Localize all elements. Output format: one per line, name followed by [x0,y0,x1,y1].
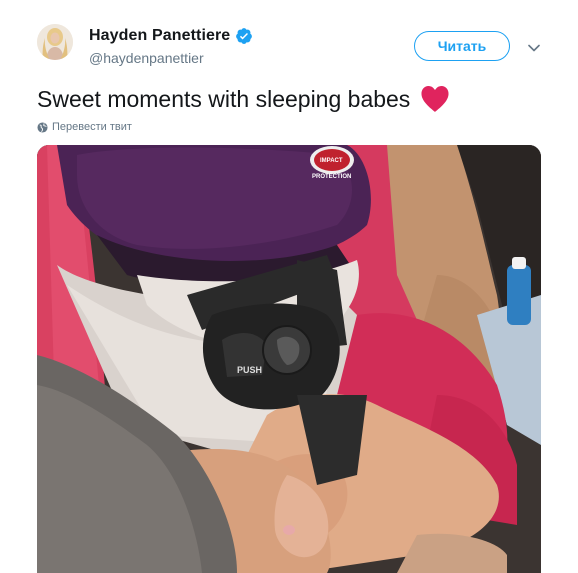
avatar[interactable] [37,24,73,60]
verified-badge-icon [235,27,253,45]
tweet-text-content: Sweet moments with sleeping babes [37,85,411,112]
user-name-row[interactable]: Hayden Panettiere [89,27,253,45]
seat-label-impact: IMPACT [320,158,343,164]
user-name[interactable]: Hayden Panettiere [89,27,230,45]
seat-label-protection: PROTECTION [312,174,351,180]
profile-photo-avatar-icon [37,24,73,60]
follow-button[interactable]: Читать [414,31,510,61]
translate-tweet-link[interactable]: Перевести твит [37,121,132,133]
red-heart-icon [420,85,450,113]
photo-image: PUSH IMPACT PROTECTION [37,145,541,573]
user-handle[interactable]: @haydenpanettier [89,50,204,66]
tweet-card: Hayden Panettiere @haydenpanettier Читат… [0,0,578,573]
tweet-text: Sweet moments with sleeping babes [37,85,450,113]
chevron-down-icon [528,44,540,52]
seat-label-push: PUSH [237,365,262,375]
globe-icon [37,121,48,133]
more-options-button[interactable] [524,38,544,58]
tweet-photo[interactable]: PUSH IMPACT PROTECTION [37,145,541,573]
translate-label: Перевести твит [52,121,132,133]
